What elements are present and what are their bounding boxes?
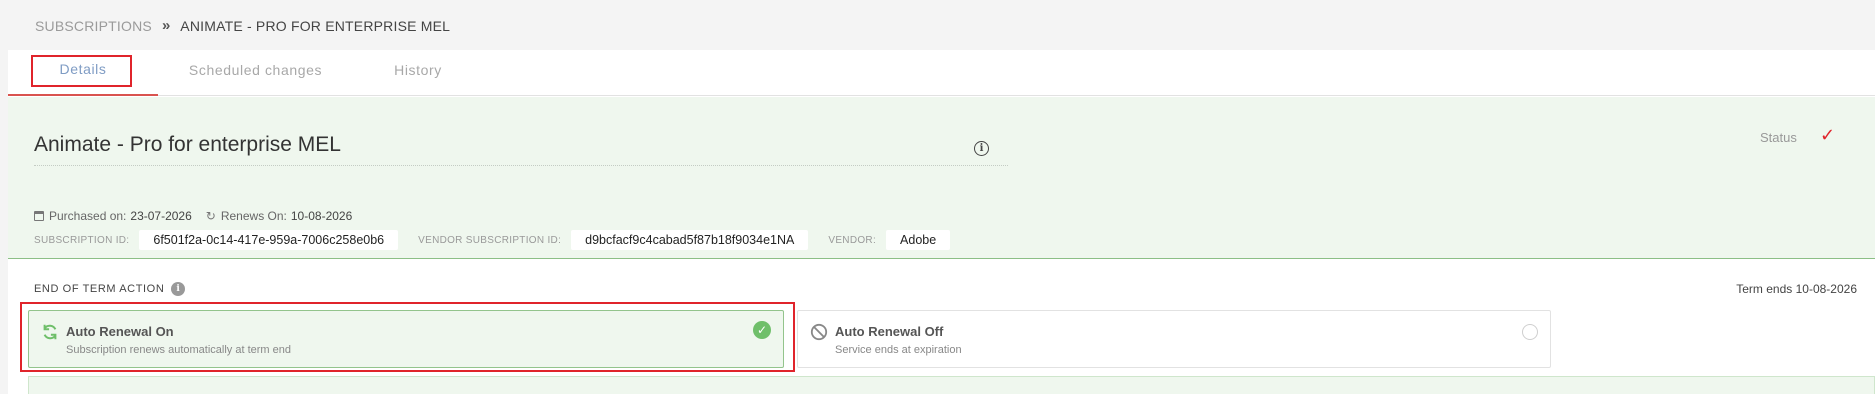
vendor-value: Adobe <box>886 230 951 250</box>
tab-scheduled-changes-label: Scheduled changes <box>188 62 323 78</box>
purchased-label: Purchased on: <box>49 209 127 223</box>
title-divider <box>34 165 1008 166</box>
subscription-id-value: 6f501f2a-0c14-417e-959a-7006c258e0b6 <box>139 230 399 250</box>
renews-value: 10-08-2026 <box>290 209 353 223</box>
subscription-title: Animate - Pro for enterprise MEL <box>34 133 341 156</box>
vendor-subscription-id-label: VENDOR SUBSCRIPTION ID: <box>418 234 562 246</box>
renew-icon: ↻ <box>205 209 216 223</box>
subscription-panel: Details Scheduled changes History Animat… <box>8 50 1875 394</box>
info-icon[interactable]: i <box>974 141 989 156</box>
subscription-dates: Purchased on: 23-07-2026 ↻ Renews On: 10… <box>34 209 352 223</box>
tab-scheduled-changes[interactable]: Scheduled changes <box>158 50 353 96</box>
ban-icon <box>810 323 828 341</box>
auto-renewal-off-subtitle: Service ends at expiration <box>835 344 962 356</box>
subscription-ids: SUBSCRIPTION ID: 6f501f2a-0c14-417e-959a… <box>34 230 951 250</box>
check-icon: ✓ <box>1820 125 1836 145</box>
tab-details[interactable]: Details <box>8 50 158 96</box>
status-label: Status <box>1760 130 1797 145</box>
subscription-summary: Animate - Pro for enterprise MEL i Statu… <box>8 97 1875 259</box>
breadcrumb: SUBSCRIPTIONS » ANIMATE - PRO FOR ENTERP… <box>35 17 450 34</box>
end-of-term-text: END OF TERM ACTION <box>34 283 165 295</box>
breadcrumb-subscriptions-link[interactable]: SUBSCRIPTIONS <box>35 18 152 34</box>
tab-history-label: History <box>394 62 442 78</box>
next-section-edge <box>28 376 1875 394</box>
term-ends-text: Term ends 10-08-2026 <box>1736 282 1857 296</box>
calendar-icon <box>34 211 44 221</box>
auto-renewal-off-option[interactable]: Auto Renewal Off Service ends at expirat… <box>797 310 1551 368</box>
vendor-label: VENDOR: <box>828 234 877 246</box>
renews-label: Renews On: <box>220 209 287 223</box>
info-icon[interactable]: i <box>171 282 186 296</box>
end-of-term-label: END OF TERM ACTION i <box>34 282 186 296</box>
auto-renewal-on-highlight <box>20 302 795 372</box>
vendor-subscription-id-value: d9bcfacf9c4cabad5f87b18f9034e1NA <box>571 230 809 250</box>
breadcrumb-current: ANIMATE - PRO FOR ENTERPRISE MEL <box>180 17 451 34</box>
radio-button[interactable] <box>1522 324 1538 340</box>
tab-history[interactable]: History <box>353 50 483 96</box>
breadcrumb-separator: » <box>161 17 171 34</box>
purchased-value: 23-07-2026 <box>130 209 192 223</box>
auto-renewal-off-title: Auto Renewal Off <box>835 324 944 339</box>
subscription-id-label: SUBSCRIPTION ID: <box>34 234 130 246</box>
tab-bar: Details Scheduled changes History <box>8 50 1875 96</box>
tab-details-label: Details <box>59 61 107 77</box>
